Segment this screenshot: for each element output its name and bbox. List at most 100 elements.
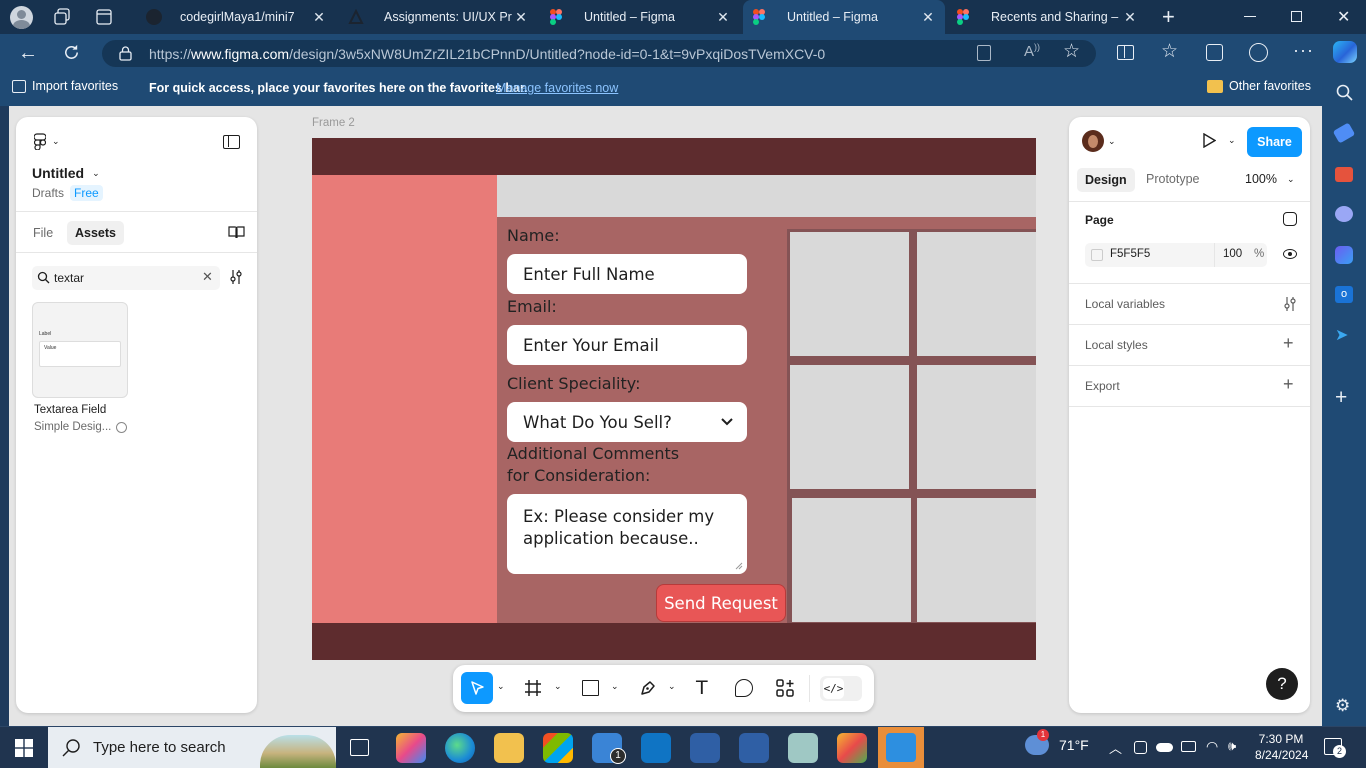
send-request-button[interactable]: Send Request [656,584,786,622]
more-menu-icon[interactable]: ··· [1293,40,1314,61]
windows-start-icon[interactable] [15,739,33,757]
import-favorites-button[interactable]: Import favorites [12,79,118,93]
move-tool-button[interactable] [461,672,493,704]
minimize-icon[interactable] [1244,16,1256,17]
zoom-dropdown[interactable]: 100% ⌄ [1245,172,1295,186]
browser-essentials-icon[interactable] [1249,43,1268,62]
favorites-icon[interactable]: ☆ [1161,40,1178,63]
text-tool-icon[interactable]: T [696,677,708,699]
chevron-down-icon[interactable]: ⌄ [668,681,676,692]
gallery-tile[interactable] [790,232,909,356]
opacity-value[interactable]: 100 [1223,248,1242,260]
library-icon[interactable] [228,225,245,239]
notes-app-icon[interactable] [788,733,818,763]
tools-app-icon[interactable] [837,733,867,763]
file-explorer-icon[interactable] [494,733,524,763]
split-screen-icon[interactable] [1117,45,1134,60]
gallery-tile[interactable] [917,365,1036,489]
page-color-field[interactable]: F5F5F5 100 % [1085,243,1267,267]
close-tab-icon[interactable]: ✕ [310,9,328,26]
tools-icon[interactable] [1335,167,1353,182]
microsoft-store-icon[interactable] [543,733,573,763]
meet-now-icon[interactable] [1134,741,1147,754]
browser-tab[interactable]: Assignments: UI/UX Princip ✕ [338,0,538,34]
add-sidebar-icon[interactable]: + [1335,386,1347,410]
variables-icon[interactable] [1283,296,1297,312]
copilot-icon[interactable] [1333,41,1357,63]
resources-tool-icon[interactable] [776,679,794,697]
app-available-icon[interactable] [977,45,991,61]
browser-tab-active[interactable]: Untitled – Figma ✕ [743,0,945,34]
browser-tab[interactable]: codegirlMaya1/mini7 ✕ [136,0,336,34]
frame-tool-icon[interactable] [524,679,542,697]
tab-design[interactable]: Design [1077,168,1135,192]
back-icon[interactable]: ← [18,42,38,65]
close-tab-icon[interactable]: ✕ [1121,9,1139,26]
chevron-down-icon[interactable]: ⌄ [554,681,562,692]
clock[interactable]: 7:30 PM 8/24/2024 [1255,731,1308,763]
clear-search-icon[interactable]: ✕ [202,269,213,285]
asset-search-input[interactable]: textar ✕ [32,266,220,290]
share-button[interactable]: Share [1247,127,1302,157]
vscode-app-icon[interactable] [641,733,671,763]
chevron-up-icon[interactable]: ︿ [1109,738,1122,757]
tab-file[interactable]: File [33,226,53,240]
frame-label[interactable]: Frame 2 [312,117,355,129]
main-menu-button[interactable]: ⌄ [34,133,60,150]
tab-actions-icon[interactable] [95,8,113,26]
close-tab-icon[interactable]: ✕ [512,9,530,26]
close-tab-icon[interactable]: ✕ [919,9,937,26]
battery-icon[interactable] [1181,741,1196,752]
name-input[interactable]: Enter Full Name [507,254,747,294]
taskbar-search-box[interactable]: Type here to search [48,727,336,768]
close-window-icon[interactable]: ✕ [1337,7,1350,27]
mail-app-icon[interactable]: 1 [592,733,626,764]
plan-badge[interactable]: Free [70,185,103,201]
user-avatar-button[interactable]: ⌄ [1082,130,1116,152]
pen-tool-icon[interactable] [639,679,657,697]
filter-icon[interactable] [229,269,243,285]
restore-icon[interactable] [1291,11,1302,22]
outlook-icon[interactable]: o [1335,286,1353,303]
active-app-highlight[interactable] [878,727,924,768]
notification-center-icon[interactable]: 2 [1324,738,1346,758]
refresh-icon[interactable] [62,43,81,62]
edge-app-icon[interactable] [445,733,475,763]
wifi-icon[interactable]: ◠ [1206,738,1218,755]
dev-mode-toggle[interactable]: </> [820,676,862,701]
sidebar-settings-icon[interactable]: ⚙ [1335,696,1350,716]
present-button[interactable]: ⌄ [1202,133,1236,148]
speciality-select[interactable]: What Do You Sell? [507,402,747,442]
file-name-button[interactable]: Untitled ⌄ [32,165,100,181]
color-swatch[interactable] [1091,249,1103,261]
tab-prototype[interactable]: Prototype [1146,172,1200,186]
weather-widget[interactable]: 1 71°F [1025,729,1089,755]
gallery-tile[interactable] [917,232,1036,356]
gallery-tile[interactable] [790,365,909,489]
asset-thumbnail[interactable]: Label Value [32,302,128,398]
chevron-down-icon[interactable]: ⌄ [611,681,619,692]
visibility-eye-icon[interactable] [1283,249,1297,259]
local-variables-label[interactable]: Local variables [1085,297,1165,311]
task-view-icon[interactable] [350,739,369,756]
help-button[interactable]: ? [1266,668,1298,700]
rectangle-tool-icon[interactable] [582,680,599,696]
read-aloud-icon[interactable]: A)) [1024,42,1040,60]
add-style-icon[interactable]: + [1283,333,1294,354]
tab-assets[interactable]: Assets [67,221,124,245]
git-app-icon[interactable] [739,733,769,763]
copilot-app-icon[interactable] [396,733,426,763]
telegram-icon[interactable]: ➤ [1335,325,1348,345]
comment-tool-icon[interactable] [735,679,753,697]
search-icon[interactable] [1336,84,1353,101]
email-input[interactable]: Enter Your Email [507,325,747,365]
collections-icon[interactable] [1206,44,1223,61]
hide-ui-icon[interactable] [1283,212,1297,226]
close-tab-icon[interactable]: ✕ [714,9,732,26]
games-icon[interactable] [1335,206,1353,222]
gallery-tile[interactable] [792,498,911,622]
chevron-down-icon[interactable]: ⌄ [497,681,505,692]
volume-icon[interactable]: 🕪 [1228,738,1236,754]
new-tab-icon[interactable]: + [1162,6,1175,28]
git-app-icon[interactable] [690,733,720,763]
